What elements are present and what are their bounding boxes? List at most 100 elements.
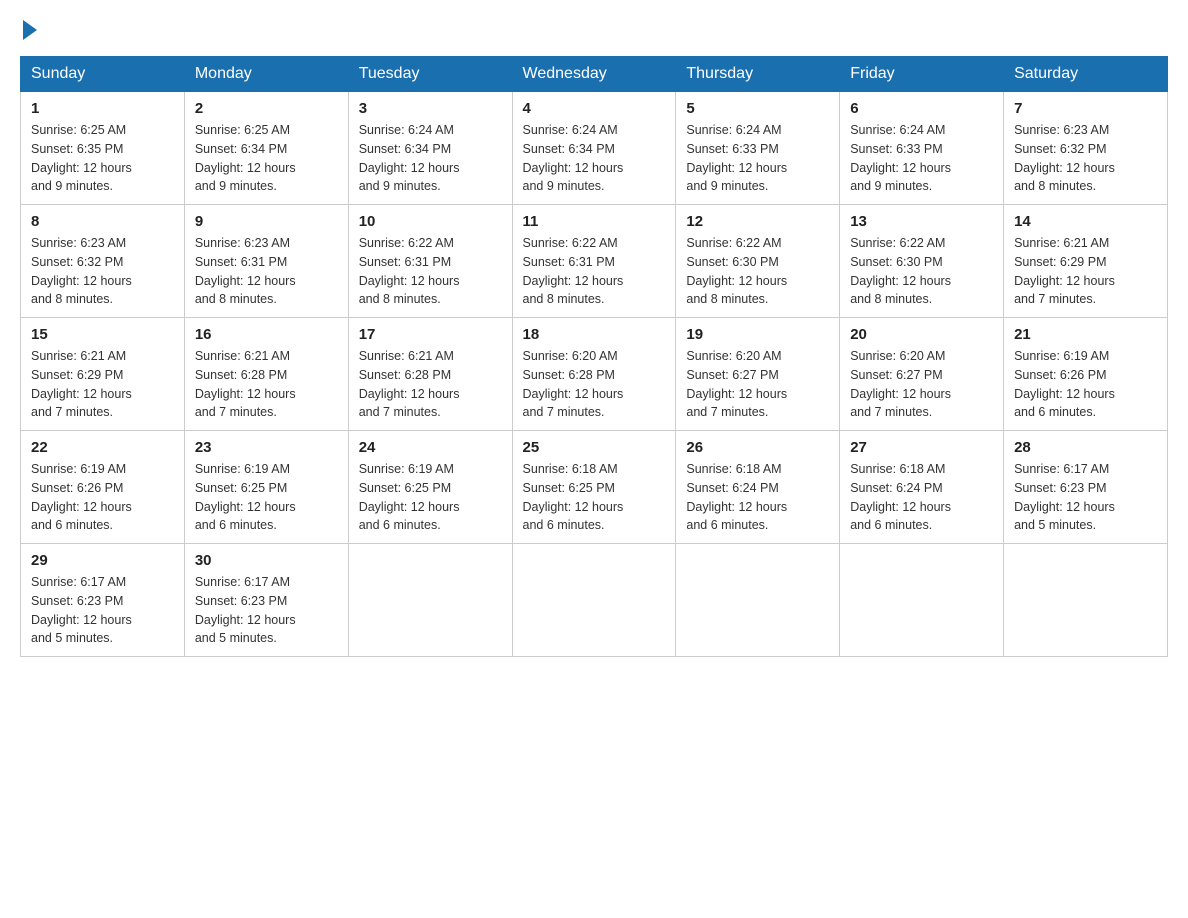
day-info: Sunrise: 6:21 AMSunset: 6:28 PMDaylight:… bbox=[195, 347, 338, 422]
day-info: Sunrise: 6:17 AMSunset: 6:23 PMDaylight:… bbox=[31, 573, 174, 648]
col-header-friday: Friday bbox=[840, 57, 1004, 92]
day-number: 12 bbox=[686, 213, 829, 230]
day-info: Sunrise: 6:22 AMSunset: 6:31 PMDaylight:… bbox=[359, 234, 502, 309]
day-number: 16 bbox=[195, 326, 338, 343]
day-info: Sunrise: 6:23 AMSunset: 6:32 PMDaylight:… bbox=[31, 234, 174, 309]
calendar-cell: 19 Sunrise: 6:20 AMSunset: 6:27 PMDayligh… bbox=[676, 318, 840, 431]
calendar-cell: 7Sunrise: 6:23 AMSunset: 6:32 PMDaylight… bbox=[1004, 92, 1168, 205]
calendar-cell bbox=[348, 544, 512, 657]
calendar-cell: 4 Sunrise: 6:24 AMSunset: 6:34 PMDaylight… bbox=[512, 92, 676, 205]
calendar-week-3: 15 Sunrise: 6:21 AMSunset: 6:29 PMDayligh… bbox=[21, 318, 1168, 431]
day-number: 28 bbox=[1014, 439, 1157, 456]
calendar-cell: 9 Sunrise: 6:23 AMSunset: 6:31 PMDaylight… bbox=[184, 205, 348, 318]
calendar-cell: 23Sunrise: 6:19 AMSunset: 6:25 PMDayligh… bbox=[184, 431, 348, 544]
day-info: Sunrise: 6:20 AMSunset: 6:27 PMDaylight:… bbox=[686, 347, 829, 422]
calendar-cell: 22 Sunrise: 6:19 AMSunset: 6:26 PMDayligh… bbox=[21, 431, 185, 544]
calendar-cell: 29Sunrise: 6:17 AMSunset: 6:23 PMDayligh… bbox=[21, 544, 185, 657]
day-number: 5 bbox=[686, 100, 829, 117]
day-info: Sunrise: 6:21 AMSunset: 6:29 PMDaylight:… bbox=[1014, 234, 1157, 309]
day-info: Sunrise: 6:19 AMSunset: 6:25 PMDaylight:… bbox=[195, 460, 338, 535]
col-header-tuesday: Tuesday bbox=[348, 57, 512, 92]
day-number: 14 bbox=[1014, 213, 1157, 230]
day-info: Sunrise: 6:17 AMSunset: 6:23 PMDaylight:… bbox=[195, 573, 338, 648]
calendar-cell: 15 Sunrise: 6:21 AMSunset: 6:29 PMDayligh… bbox=[21, 318, 185, 431]
col-header-sunday: Sunday bbox=[21, 57, 185, 92]
day-info: Sunrise: 6:18 AMSunset: 6:25 PMDaylight:… bbox=[523, 460, 666, 535]
calendar-cell bbox=[1004, 544, 1168, 657]
calendar-cell: 5 Sunrise: 6:24 AMSunset: 6:33 PMDaylight… bbox=[676, 92, 840, 205]
day-number: 4 bbox=[523, 100, 666, 117]
calendar-header-row: SundayMondayTuesdayWednesdayThursdayFrid… bbox=[21, 57, 1168, 92]
day-info: Sunrise: 6:24 AMSunset: 6:34 PMDaylight:… bbox=[523, 121, 666, 196]
calendar-cell: 3 Sunrise: 6:24 AMSunset: 6:34 PMDaylight… bbox=[348, 92, 512, 205]
calendar-cell: 16 Sunrise: 6:21 AMSunset: 6:28 PMDayligh… bbox=[184, 318, 348, 431]
day-number: 11 bbox=[523, 213, 666, 230]
day-number: 15 bbox=[31, 326, 174, 343]
day-info: Sunrise: 6:25 AMSunset: 6:34 PMDaylight:… bbox=[195, 121, 338, 196]
calendar-cell: 10 Sunrise: 6:22 AMSunset: 6:31 PMDayligh… bbox=[348, 205, 512, 318]
day-info: Sunrise: 6:18 AMSunset: 6:24 PMDaylight:… bbox=[686, 460, 829, 535]
day-number: 30 bbox=[195, 552, 338, 569]
day-number: 10 bbox=[359, 213, 502, 230]
day-info: Sunrise: 6:20 AMSunset: 6:27 PMDaylight:… bbox=[850, 347, 993, 422]
calendar-cell: 17 Sunrise: 6:21 AMSunset: 6:28 PMDayligh… bbox=[348, 318, 512, 431]
day-number: 20 bbox=[850, 326, 993, 343]
day-number: 8 bbox=[31, 213, 174, 230]
day-info: Sunrise: 6:21 AMSunset: 6:28 PMDaylight:… bbox=[359, 347, 502, 422]
day-info: Sunrise: 6:25 AMSunset: 6:35 PMDaylight:… bbox=[31, 121, 174, 196]
calendar-cell: 6 Sunrise: 6:24 AMSunset: 6:33 PMDaylight… bbox=[840, 92, 1004, 205]
day-info: Sunrise: 6:22 AMSunset: 6:31 PMDaylight:… bbox=[523, 234, 666, 309]
calendar-week-5: 29Sunrise: 6:17 AMSunset: 6:23 PMDayligh… bbox=[21, 544, 1168, 657]
day-info: Sunrise: 6:18 AMSunset: 6:24 PMDaylight:… bbox=[850, 460, 993, 535]
day-info: Sunrise: 6:20 AMSunset: 6:28 PMDaylight:… bbox=[523, 347, 666, 422]
calendar-week-1: 1 Sunrise: 6:25 AMSunset: 6:35 PMDaylight… bbox=[21, 92, 1168, 205]
day-info: Sunrise: 6:19 AMSunset: 6:25 PMDaylight:… bbox=[359, 460, 502, 535]
calendar-cell: 8 Sunrise: 6:23 AMSunset: 6:32 PMDaylight… bbox=[21, 205, 185, 318]
calendar-cell: 25 Sunrise: 6:18 AMSunset: 6:25 PMDayligh… bbox=[512, 431, 676, 544]
day-number: 25 bbox=[523, 439, 666, 456]
calendar-cell: 24 Sunrise: 6:19 AMSunset: 6:25 PMDayligh… bbox=[348, 431, 512, 544]
day-info: Sunrise: 6:24 AMSunset: 6:34 PMDaylight:… bbox=[359, 121, 502, 196]
calendar-cell: 2 Sunrise: 6:25 AMSunset: 6:34 PMDaylight… bbox=[184, 92, 348, 205]
day-number: 6 bbox=[850, 100, 993, 117]
calendar-cell bbox=[512, 544, 676, 657]
day-info: Sunrise: 6:24 AMSunset: 6:33 PMDaylight:… bbox=[686, 121, 829, 196]
col-header-monday: Monday bbox=[184, 57, 348, 92]
day-number: 19 bbox=[686, 326, 829, 343]
calendar-cell: 27 Sunrise: 6:18 AMSunset: 6:24 PMDayligh… bbox=[840, 431, 1004, 544]
calendar-cell bbox=[840, 544, 1004, 657]
calendar-cell: 1 Sunrise: 6:25 AMSunset: 6:35 PMDaylight… bbox=[21, 92, 185, 205]
day-info: Sunrise: 6:24 AMSunset: 6:33 PMDaylight:… bbox=[850, 121, 993, 196]
calendar-cell: 13Sunrise: 6:22 AMSunset: 6:30 PMDayligh… bbox=[840, 205, 1004, 318]
calendar-cell: 20 Sunrise: 6:20 AMSunset: 6:27 PMDayligh… bbox=[840, 318, 1004, 431]
calendar-cell bbox=[676, 544, 840, 657]
day-number: 27 bbox=[850, 439, 993, 456]
calendar-week-2: 8 Sunrise: 6:23 AMSunset: 6:32 PMDaylight… bbox=[21, 205, 1168, 318]
calendar-cell: 14 Sunrise: 6:21 AMSunset: 6:29 PMDayligh… bbox=[1004, 205, 1168, 318]
day-info: Sunrise: 6:23 AMSunset: 6:31 PMDaylight:… bbox=[195, 234, 338, 309]
calendar-cell: 12Sunrise: 6:22 AMSunset: 6:30 PMDayligh… bbox=[676, 205, 840, 318]
day-number: 1 bbox=[31, 100, 174, 117]
calendar-cell: 21 Sunrise: 6:19 AMSunset: 6:26 PMDayligh… bbox=[1004, 318, 1168, 431]
day-info: Sunrise: 6:19 AMSunset: 6:26 PMDaylight:… bbox=[1014, 347, 1157, 422]
col-header-wednesday: Wednesday bbox=[512, 57, 676, 92]
calendar-cell: 30 Sunrise: 6:17 AMSunset: 6:23 PMDayligh… bbox=[184, 544, 348, 657]
calendar-cell: 28 Sunrise: 6:17 AMSunset: 6:23 PMDayligh… bbox=[1004, 431, 1168, 544]
day-number: 22 bbox=[31, 439, 174, 456]
day-number: 17 bbox=[359, 326, 502, 343]
day-info: Sunrise: 6:17 AMSunset: 6:23 PMDaylight:… bbox=[1014, 460, 1157, 535]
logo bbox=[20, 20, 37, 36]
day-number: 24 bbox=[359, 439, 502, 456]
page-header bbox=[20, 20, 1168, 36]
day-number: 2 bbox=[195, 100, 338, 117]
day-info: Sunrise: 6:23 AMSunset: 6:32 PMDaylight:… bbox=[1014, 121, 1157, 196]
calendar-cell: 11 Sunrise: 6:22 AMSunset: 6:31 PMDayligh… bbox=[512, 205, 676, 318]
day-info: Sunrise: 6:19 AMSunset: 6:26 PMDaylight:… bbox=[31, 460, 174, 535]
day-info: Sunrise: 6:21 AMSunset: 6:29 PMDaylight:… bbox=[31, 347, 174, 422]
col-header-thursday: Thursday bbox=[676, 57, 840, 92]
day-number: 9 bbox=[195, 213, 338, 230]
day-number: 21 bbox=[1014, 326, 1157, 343]
calendar-table: SundayMondayTuesdayWednesdayThursdayFrid… bbox=[20, 56, 1168, 657]
day-number: 26 bbox=[686, 439, 829, 456]
day-number: 3 bbox=[359, 100, 502, 117]
